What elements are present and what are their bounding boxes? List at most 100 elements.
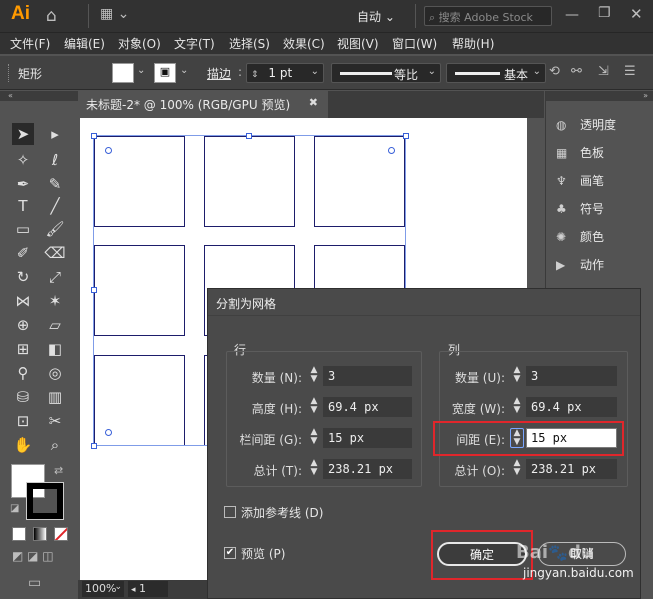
stepper-icon[interactable]: ▲ ▼ <box>307 397 321 417</box>
perspective-grid-tool-icon[interactable]: ▱ <box>44 314 66 336</box>
stepper-icon[interactable]: ▲ ▼ <box>510 366 524 386</box>
artboard-tool-icon[interactable]: ⊡ <box>12 410 34 432</box>
menu-view[interactable]: 视图(V) <box>337 35 379 52</box>
stepper-icon[interactable]: ▲ ▼ <box>307 428 321 448</box>
stepper-icon[interactable]: ⇕ <box>251 70 259 80</box>
stroke-label[interactable]: 描边 <box>207 65 231 82</box>
brush-definition-dropdown[interactable]: 基本 ⌄ <box>446 63 546 83</box>
default-colors-icon[interactable]: ◪ <box>10 503 19 514</box>
expand-panels-icon[interactable]: » <box>546 91 653 101</box>
columns-width-input[interactable]: 69.4 px <box>526 397 617 417</box>
menu-object[interactable]: 对象(O) <box>118 35 161 52</box>
document-tab[interactable]: 未标题-2* @ 100% (RGB/GPU 预览) ✖ <box>78 91 328 118</box>
rows-gutter-input[interactable]: 15 px <box>323 428 412 448</box>
panel-symbols[interactable]: ♣ 符号 <box>556 200 604 222</box>
resize-handle[interactable] <box>246 133 252 139</box>
menu-select[interactable]: 选择(S) <box>229 35 270 52</box>
fill-swatch[interactable] <box>112 63 134 83</box>
corner-widget[interactable] <box>388 147 395 154</box>
workspace-switcher[interactable]: 自动 ⌄ <box>357 8 395 25</box>
stepper-icon[interactable]: ▲ ▼ <box>510 459 524 479</box>
menu-edit[interactable]: 编辑(E) <box>64 35 105 52</box>
previous-artboard-icon[interactable]: ◂ <box>131 585 136 595</box>
blend-tool-icon[interactable]: ◎ <box>44 362 66 384</box>
transform-icon[interactable]: ⇲ <box>598 64 609 79</box>
rotate-tool-icon[interactable]: ↻ <box>12 266 34 288</box>
variable-width-profile-dropdown[interactable]: 等比 ⌄ <box>331 63 441 83</box>
resize-handle[interactable] <box>91 133 97 139</box>
stroke-swatch[interactable]: ▣ <box>154 63 176 83</box>
stepper-icon[interactable]: ▲ ▼ <box>307 459 321 479</box>
pen-tool-icon[interactable]: ✒ <box>12 173 34 195</box>
stroke-weight-field[interactable]: ⇕ 1 pt ⌄ <box>246 63 324 83</box>
panel-menu-icon[interactable]: ☰ <box>624 64 636 79</box>
resize-handle[interactable] <box>91 443 97 449</box>
link-icon[interactable]: ⚯ <box>571 64 582 79</box>
magic-wand-tool-icon[interactable]: ✧ <box>12 149 34 171</box>
panel-color[interactable]: ✺ 颜色 <box>556 228 604 250</box>
slice-tool-icon[interactable]: ✂ <box>44 410 66 432</box>
stock-search-input[interactable]: ⌕ 搜索 Adobe Stock <box>424 6 552 26</box>
paintbrush-tool-icon[interactable]: 🖌 <box>44 218 66 240</box>
menu-file[interactable]: 文件(F) <box>10 35 50 52</box>
close-tab-icon[interactable]: ✖ <box>309 96 318 109</box>
gradient-tool-icon[interactable]: ◧ <box>44 338 66 360</box>
columns-total-input[interactable]: 238.21 px <box>526 459 617 479</box>
zoom-tool-icon[interactable]: ⌕ <box>44 434 66 456</box>
rows-count-input[interactable]: 3 <box>323 366 412 386</box>
lasso-tool-icon[interactable]: ℓ <box>44 149 66 171</box>
preview-checkbox[interactable]: ✔ <box>224 547 236 559</box>
panel-swatches[interactable]: ▦ 色板 <box>556 144 604 166</box>
width-tool-icon[interactable]: ⋈ <box>12 290 34 312</box>
gradient-mode-icon[interactable] <box>33 527 47 541</box>
none-mode-icon[interactable] <box>54 527 68 541</box>
eyedropper-tool-icon[interactable]: ⚲ <box>12 362 34 384</box>
zoom-field[interactable]: 100% ⌄ <box>82 581 124 597</box>
menu-effect[interactable]: 效果(C) <box>283 35 325 52</box>
puppet-warp-tool-icon[interactable]: ✶ <box>44 290 66 312</box>
type-tool-icon[interactable]: T <box>12 195 34 217</box>
minimize-icon[interactable]: — <box>565 7 579 23</box>
column-graph-tool-icon[interactable]: ▥ <box>44 386 66 408</box>
chevron-down-icon[interactable]: ⌄ <box>180 65 188 76</box>
draw-normal-icon[interactable]: ◩ ◪ ◫ <box>12 549 54 563</box>
stroke-color-swatch[interactable] <box>26 482 64 520</box>
direct-selection-tool-icon[interactable]: ▸ <box>44 123 66 145</box>
home-icon[interactable]: ⌂ <box>46 6 57 26</box>
panel-actions[interactable]: ▶ 动作 <box>556 256 604 278</box>
corner-widget[interactable] <box>105 429 112 436</box>
stepper-icon[interactable]: ▲ ▼ <box>307 366 321 386</box>
corner-widget[interactable] <box>105 147 112 154</box>
mesh-tool-icon[interactable]: ⊞ <box>12 338 34 360</box>
line-tool-icon[interactable]: ╱ <box>44 195 66 217</box>
panel-brushes[interactable]: ♆ 画笔 <box>556 172 604 194</box>
scale-tool-icon[interactable]: ⤢ <box>44 266 66 288</box>
columns-count-input[interactable]: 3 <box>526 366 617 386</box>
chevron-down-icon[interactable]: ⌄ <box>137 65 145 76</box>
stepper-icon[interactable]: ▲ ▼ <box>510 397 524 417</box>
add-guides-checkbox[interactable] <box>224 506 236 518</box>
symbol-sprayer-tool-icon[interactable]: ⛁ <box>12 386 34 408</box>
rows-height-input[interactable]: 69.4 px <box>323 397 412 417</box>
rows-total-input[interactable]: 238.21 px <box>323 459 412 479</box>
style-icon[interactable]: ⟲ <box>549 64 560 79</box>
shaper-tool-icon[interactable]: ✐ <box>12 242 34 264</box>
menu-help[interactable]: 帮助(H) <box>452 35 494 52</box>
menu-window[interactable]: 窗口(W) <box>392 35 437 52</box>
curvature-tool-icon[interactable]: ✎ <box>44 173 66 195</box>
hand-tool-icon[interactable]: ✋ <box>12 434 34 456</box>
selection-tool-icon[interactable]: ➤ <box>12 123 34 145</box>
close-icon[interactable]: ✕ <box>630 5 643 23</box>
resize-handle[interactable] <box>91 287 97 293</box>
collapse-toolbar-icon[interactable]: « <box>0 91 78 101</box>
resize-handle[interactable] <box>403 133 409 139</box>
panel-transparency[interactable]: ◍ 透明度 <box>556 116 616 138</box>
color-mode-icon[interactable] <box>12 527 26 541</box>
swap-colors-icon[interactable]: ⇄ <box>54 464 63 477</box>
shape-builder-tool-icon[interactable]: ⊕ <box>12 314 34 336</box>
arrange-documents-icon[interactable]: ▦ ⌄ <box>100 6 129 22</box>
rectangle-tool-icon[interactable]: ▭ <box>12 218 34 240</box>
menu-type[interactable]: 文字(T) <box>174 35 215 52</box>
screen-mode-icon[interactable]: ▭ <box>28 575 41 591</box>
restore-icon[interactable]: ❐ <box>598 5 611 21</box>
